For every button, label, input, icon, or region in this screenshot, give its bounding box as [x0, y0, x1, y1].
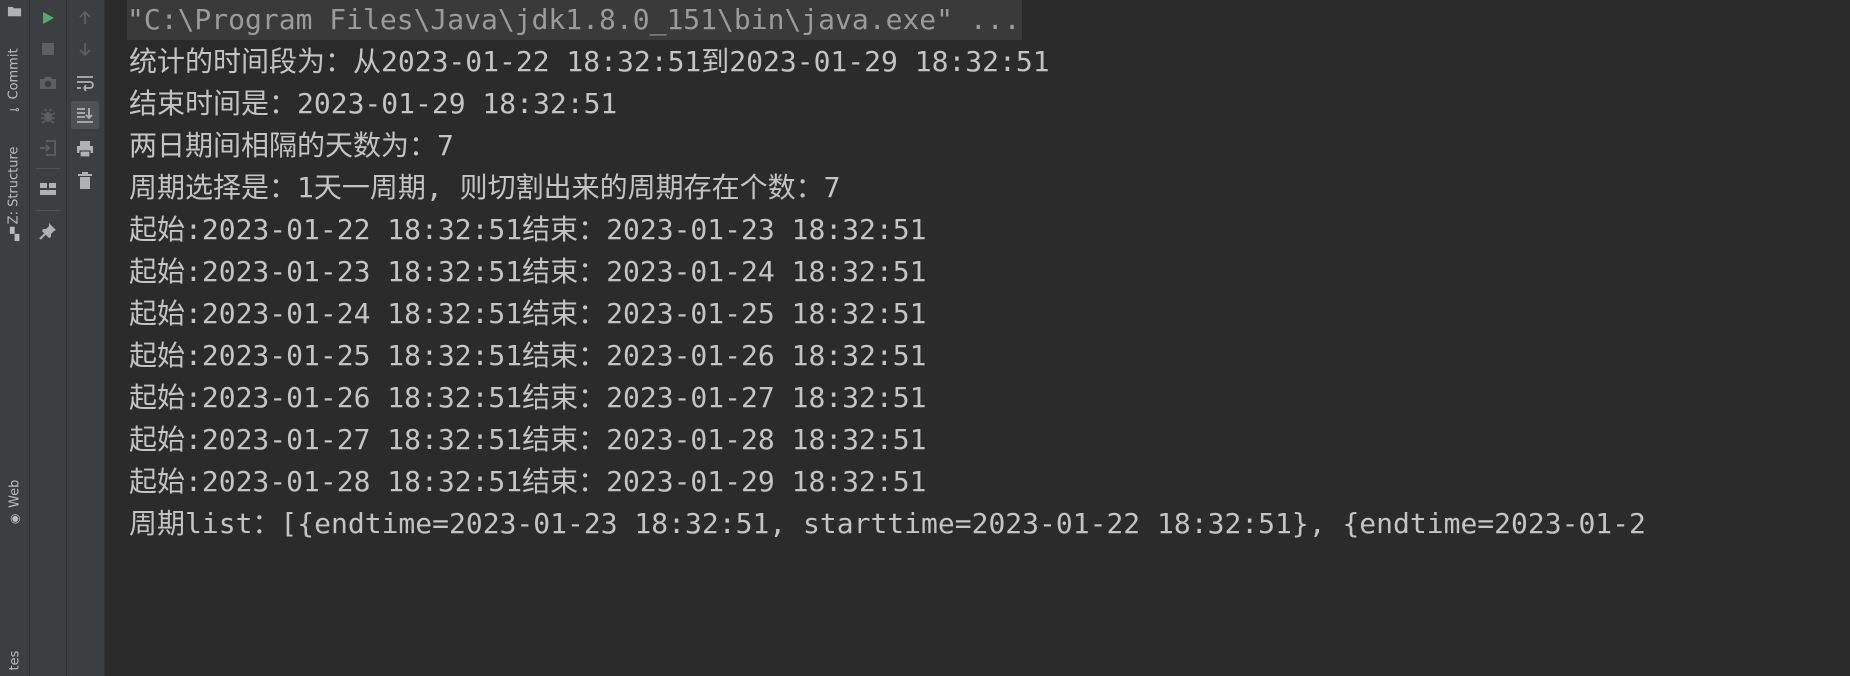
pin-icon	[39, 223, 56, 240]
soft-wrap-icon	[77, 76, 94, 92]
pin-tab-button[interactable]	[34, 217, 62, 245]
dump-threads-button[interactable]	[34, 69, 62, 97]
console-line: 起始:2023-01-27 18:32:51结束：2023-01-28 18:3…	[129, 423, 927, 456]
console-line: 起始:2023-01-26 18:32:51结束：2023-01-27 18:3…	[129, 381, 927, 414]
layout-icon	[40, 183, 56, 195]
structure-icon: ▚	[9, 226, 20, 241]
console-command-line[interactable]: "C:\Program Files\Java\jdk1.8.0_151\bin\…	[127, 0, 1023, 40]
stripe-tab-label: tes	[7, 650, 22, 671]
previous-occurrence-button[interactable]	[71, 4, 99, 32]
stop-button[interactable]	[34, 35, 62, 63]
console-line: 两日期间相隔的天数为：7	[129, 129, 454, 162]
soft-wrap-button[interactable]	[71, 69, 99, 97]
toolbar-separator	[36, 168, 60, 169]
trash-icon	[78, 172, 92, 189]
down-arrow-icon	[79, 43, 91, 57]
console-line: 起始:2023-01-25 18:32:51结束：2023-01-26 18:3…	[129, 339, 927, 372]
run-toolbar	[30, 0, 67, 676]
exit-icon	[40, 140, 56, 156]
console-toolbar	[67, 0, 105, 676]
toolbar-separator	[36, 210, 60, 211]
stripe-tab-label: Web	[7, 479, 23, 508]
console-line: 起始:2023-01-22 18:32:51结束：2023-01-23 18:3…	[129, 213, 927, 246]
print-icon	[77, 141, 93, 158]
camera-icon	[40, 77, 56, 89]
run-tool-window: ⊸ Commit ▚ Z: Structure ◉ Web tes "C:\Pr…	[0, 0, 1850, 676]
up-arrow-icon	[79, 10, 91, 24]
folder-icon[interactable]	[7, 4, 22, 19]
stop-icon	[42, 43, 54, 55]
console-line: 起始:2023-01-28 18:32:51结束：2023-01-29 18:3…	[129, 465, 927, 498]
console-line: 周期选择是：1天一周期, 则切割出来的周期存在个数：7	[129, 171, 841, 204]
stripe-tab-structure[interactable]: ▚ Z: Structure	[0, 140, 29, 245]
stripe-tab-label: Commit	[7, 47, 23, 100]
clear-all-button[interactable]	[71, 167, 99, 195]
console-line: 统计的时间段为：从2023-01-22 18:32:51到2023-01-29 …	[129, 45, 1050, 78]
run-icon	[43, 12, 54, 24]
rerun-button[interactable]	[34, 4, 62, 32]
debug-icon	[40, 108, 56, 124]
console-line: 结束时间是：2023-01-29 18:32:51	[129, 87, 618, 120]
stripe-tab-label: Z: Structure	[7, 146, 23, 225]
console-output[interactable]: "C:\Program Files\Java\jdk1.8.0_151\bin\…	[105, 0, 1850, 676]
console-line: 起始:2023-01-24 18:32:51结束：2023-01-25 18:3…	[129, 297, 927, 330]
next-occurrence-button[interactable]	[71, 35, 99, 63]
exit-button[interactable]	[34, 134, 62, 162]
stripe-tab-commit[interactable]: ⊸ Commit	[0, 40, 29, 122]
tool-window-stripe: ⊸ Commit ▚ Z: Structure ◉ Web tes	[0, 0, 30, 676]
commit-icon: ⊸	[9, 102, 20, 117]
debug-button[interactable]	[34, 102, 62, 130]
stripe-tab-partial[interactable]: tes	[0, 645, 29, 676]
restore-layout-button[interactable]	[34, 175, 62, 203]
stripe-tab-web[interactable]: ◉ Web	[0, 470, 29, 532]
scroll-to-end-button[interactable]	[71, 101, 99, 129]
web-icon: ◉	[9, 510, 20, 525]
console-line: 起始:2023-01-23 18:32:51结束：2023-01-24 18:3…	[129, 255, 927, 288]
scroll-to-end-icon	[77, 108, 93, 123]
print-button[interactable]	[71, 135, 99, 163]
console-line: 周期list：[{endtime=2023-01-23 18:32:51, st…	[129, 507, 1646, 540]
